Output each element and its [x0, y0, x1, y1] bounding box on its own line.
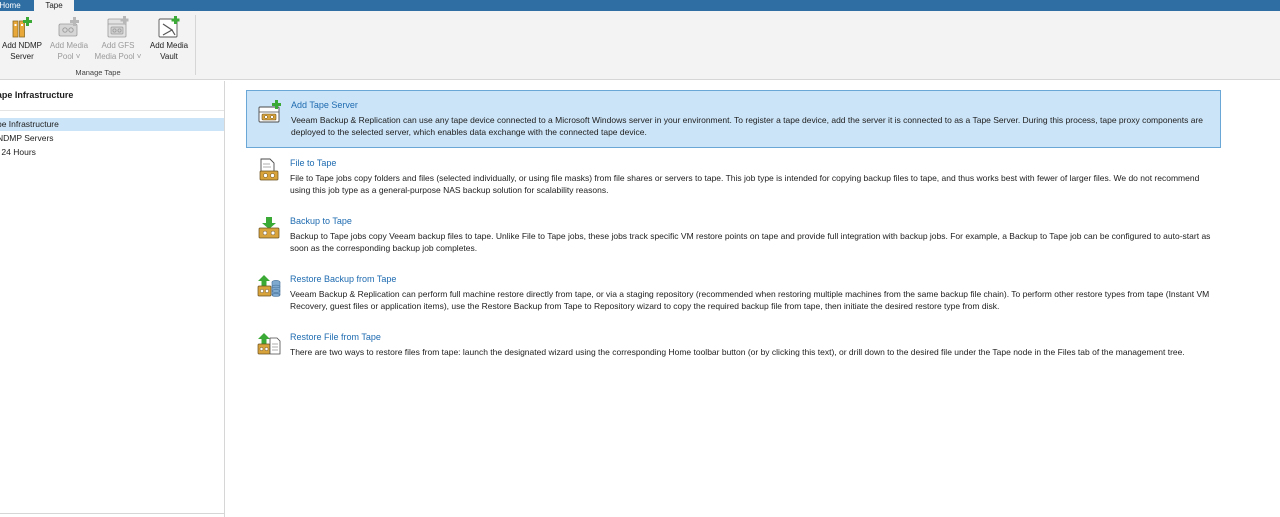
card-title[interactable]: Backup to Tape	[290, 216, 352, 226]
add-ndmp-label-line1: Add NDMP	[1, 41, 42, 50]
card-title[interactable]: Restore Backup from Tape	[290, 274, 396, 284]
restore-backup-from-tape-icon	[257, 275, 281, 297]
add-ndmp-label-line2: Server	[10, 52, 34, 61]
file-to-tape-icon	[259, 158, 279, 181]
add-media-vault-label-line1: Add Media	[149, 41, 189, 50]
add-ndmp-server-button[interactable]: Add NDMP Server	[0, 15, 44, 62]
card-description: Backup to Tape jobs copy Veeam backup fi…	[290, 231, 1211, 253]
card-title[interactable]: Add Tape Server	[291, 100, 358, 110]
file-to-tape-card[interactable]: File to Tape File to Tape jobs copy fold…	[246, 149, 1221, 205]
nav-item-tape-infrastructure[interactable]: Tape Infrastructure	[0, 118, 224, 131]
tape-server-add-icon	[258, 100, 281, 123]
ribbon-group-label: Manage Tape	[75, 68, 121, 77]
ribbon: Add NDMP Server Add Media Pool ˅ Add GFS…	[0, 11, 1280, 80]
media-pool-add-icon	[58, 17, 79, 37]
add-tape-server-card[interactable]: Add Tape Server Veeam Backup & Replicati…	[246, 90, 1221, 148]
add-media-vault-label-line2: Vault	[160, 52, 178, 61]
nav-item-last-24-hours[interactable]: Last 24 Hours	[0, 146, 224, 159]
ribbon-group-divider	[195, 15, 196, 75]
navigation-title: Tape Infrastructure	[0, 90, 74, 100]
card-description: File to Tape jobs copy folders and files…	[290, 173, 1200, 195]
nav-item-label: Last 24 Hours	[0, 147, 36, 157]
restore-file-from-tape-icon	[257, 333, 281, 355]
ribbon-tab-bar: Home Tape	[0, 0, 1280, 12]
restore-backup-from-tape-card[interactable]: Restore Backup from Tape Veeam Backup & …	[246, 265, 1221, 321]
card-description: Veeam Backup & Replication can use any t…	[291, 115, 1204, 137]
card-title[interactable]: File to Tape	[290, 158, 336, 168]
add-media-pool-button[interactable]: Add Media Pool ˅	[46, 15, 92, 62]
add-media-pool-label-line1: Add Media	[49, 41, 89, 50]
card-description: Veeam Backup & Replication can perform f…	[290, 289, 1210, 311]
tab-home[interactable]: Home	[0, 0, 26, 11]
add-media-pool-label-line2: Pool ˅	[57, 52, 81, 61]
add-gfs-label-line1: Add GFS	[101, 41, 135, 50]
navigation-pane: Tape Infrastructure Tape Infrastructure …	[0, 81, 225, 517]
backup-to-tape-card[interactable]: Backup to Tape Backup to Tape jobs copy …	[246, 207, 1221, 263]
nav-item-label: Tape Infrastructure	[0, 119, 59, 129]
main-content: Add Tape Server Veeam Backup & Replicati…	[226, 81, 1280, 517]
media-vault-add-icon	[158, 16, 180, 38]
card-title[interactable]: Restore File from Tape	[290, 332, 381, 342]
backup-to-tape-icon	[258, 217, 280, 239]
navigation-title-divider	[0, 110, 224, 111]
gfs-media-pool-add-icon	[107, 16, 129, 38]
ndmp-server-add-icon	[12, 17, 32, 38]
nav-item-ndmp-servers[interactable]: NDMP Servers	[0, 132, 224, 145]
add-gfs-media-pool-button[interactable]: Add GFS Media Pool ˅	[92, 15, 144, 62]
add-gfs-label-line2: Media Pool ˅	[94, 52, 142, 61]
card-description: There are two ways to restore files from…	[290, 347, 1185, 357]
nav-item-label: NDMP Servers	[0, 133, 54, 143]
navigation-bottom-divider	[0, 513, 224, 514]
restore-file-from-tape-card[interactable]: Restore File from Tape There are two way…	[246, 323, 1221, 379]
add-media-vault-button[interactable]: Add Media Vault	[146, 15, 192, 62]
